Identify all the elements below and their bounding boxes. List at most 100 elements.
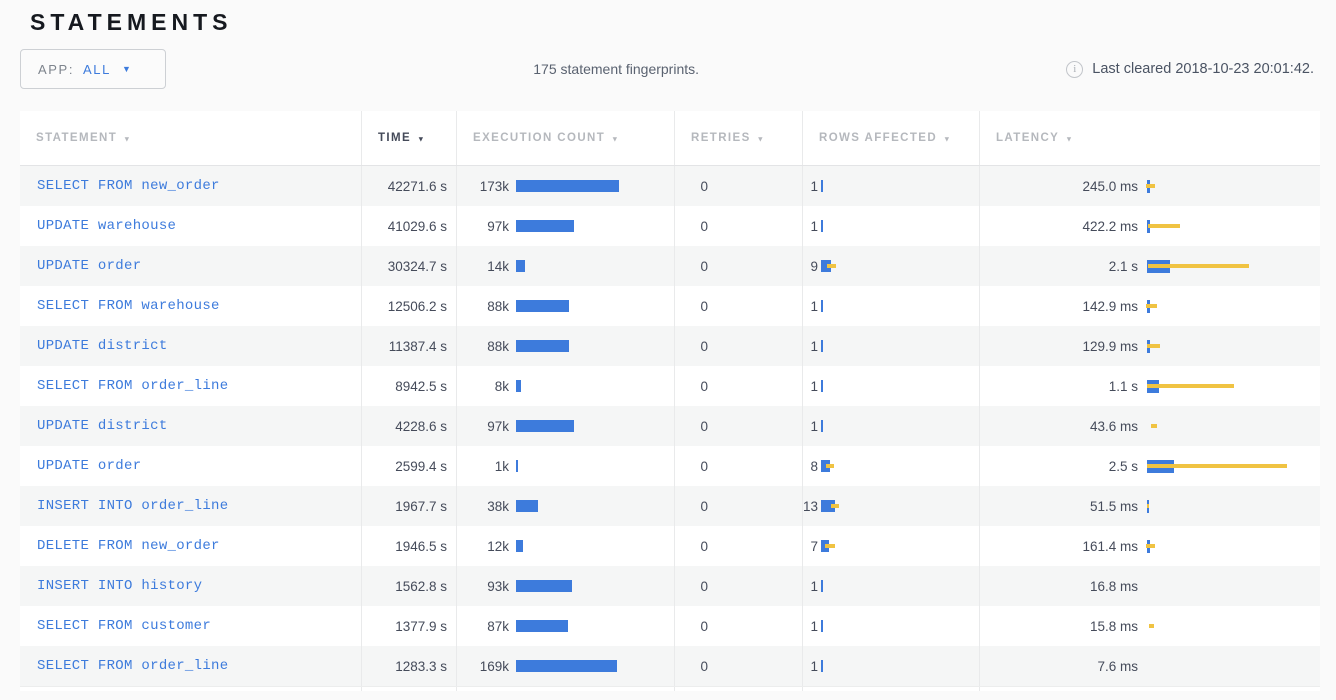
statement-link[interactable]: UPDATE district (37, 418, 168, 434)
latency-cell: 2.5 s (980, 446, 1320, 486)
column-header-time[interactable]: TIME▼ (362, 111, 457, 165)
latency-bar (1147, 180, 1320, 193)
latency-bar (1147, 260, 1320, 273)
statement-link[interactable]: UPDATE warehouse (37, 218, 176, 234)
app-filter-dropdown[interactable]: APP: ALL ▼ (20, 49, 166, 89)
execution-count-value: 88k (457, 339, 509, 354)
retries-cell: 0 (675, 486, 803, 526)
statement-cell: SELECT FROM new_order (20, 166, 362, 206)
statement-cell: SELECT FROM warehouse (20, 286, 362, 326)
statement-link[interactable]: UPDATE order (37, 258, 141, 274)
table-row: SELECT FROM order_line 1283.3 s 169k 0 1… (20, 646, 1320, 686)
statement-link[interactable]: UPDATE order (37, 458, 141, 474)
table-row: SELECT FROM new_order 42271.6 s 173k 0 1… (20, 166, 1320, 206)
latency-bar-stddev (1146, 184, 1155, 188)
retries-value: 0 (675, 259, 708, 274)
retries-value: 0 (675, 499, 708, 514)
statement-link[interactable]: SELECT FROM order_line (37, 378, 228, 394)
retries-cell: 0 (675, 246, 803, 286)
statement-link[interactable]: SELECT FROM customer (37, 618, 211, 634)
execution-count-cell: 169k (457, 646, 675, 686)
execution-count-cell: 97k (457, 406, 675, 446)
table-row: UPDATE warehouse 41029.6 s 97k 0 1 422.2… (20, 206, 1320, 246)
statement-cell: UPDATE order (20, 446, 362, 486)
execution-count-value: 97k (457, 419, 509, 434)
execution-count-cell: 88k (457, 326, 675, 366)
statement-link[interactable]: UPDATE district (37, 338, 168, 354)
column-header-execution-count[interactable]: EXECUTION COUNT▼ (457, 111, 675, 165)
latency-bar (1147, 300, 1320, 313)
execution-count-bar (516, 180, 619, 192)
latency-value: 2.5 s (980, 459, 1138, 474)
time-value: 1562.8 s (395, 579, 447, 594)
latency-bar (1147, 460, 1320, 473)
rows-affected-value: 13 (803, 499, 818, 514)
table-body: SELECT FROM new_order 42271.6 s 173k 0 1… (20, 166, 1320, 686)
column-header-retries[interactable]: RETRIES▼ (675, 111, 803, 165)
execution-count-value: 169k (457, 659, 509, 674)
latency-bar-stddev (1146, 544, 1155, 548)
execution-count-value: 38k (457, 499, 509, 514)
execution-count-cell: 1k (457, 446, 675, 486)
retries-cell: 0 (675, 606, 803, 646)
toolbar: APP: ALL ▼ 175 statement fingerprints. i… (20, 49, 1316, 89)
execution-count-value: 173k (457, 179, 509, 194)
table-row: SELECT FROM warehouse 12506.2 s 88k 0 1 … (20, 286, 1320, 326)
time-cell: 41029.6 s (362, 206, 457, 246)
retries-value: 0 (675, 339, 708, 354)
statement-link[interactable]: SELECT FROM warehouse (37, 298, 220, 314)
execution-count-cell: 38k (457, 486, 675, 526)
latency-cell: 16.8 ms (980, 566, 1320, 606)
info-icon[interactable]: i (1066, 61, 1083, 78)
statement-link[interactable]: SELECT FROM order_line (37, 658, 228, 674)
time-cell: 30324.7 s (362, 246, 457, 286)
retries-value: 0 (675, 579, 708, 594)
table-row: UPDATE order 2599.4 s 1k 0 8 2.5 s (20, 446, 1320, 486)
latency-cell: 129.9 ms (980, 326, 1320, 366)
column-header-latency[interactable]: LATENCY▼ (980, 111, 1320, 165)
latency-value: 422.2 ms (980, 219, 1138, 234)
rows-affected-bar-mean (821, 340, 823, 352)
time-value: 1946.5 s (395, 539, 447, 554)
execution-count-bar (516, 300, 569, 312)
retries-value: 0 (675, 179, 708, 194)
rows-affected-bar (821, 540, 979, 553)
time-value: 41029.6 s (388, 219, 447, 234)
rows-affected-bar-mean (821, 580, 823, 592)
statement-link[interactable]: INSERT INTO order_line (37, 498, 228, 514)
rows-affected-cell: 1 (803, 366, 980, 406)
latency-value: 15.8 ms (980, 619, 1138, 634)
rows-affected-cell: 1 (803, 326, 980, 366)
rows-affected-bar-mean (821, 380, 823, 392)
sort-desc-icon: ▼ (757, 134, 766, 143)
column-header-rows-affected[interactable]: ROWS AFFECTED▼ (803, 111, 980, 165)
latency-bar-stddev (1147, 504, 1149, 508)
time-cell: 8942.5 s (362, 366, 457, 406)
table-row: UPDATE district 4228.6 s 97k 0 1 43.6 ms (20, 406, 1320, 446)
latency-bar-stddev (1149, 624, 1154, 628)
execution-count-value: 8k (457, 379, 509, 394)
rows-affected-cell: 9 (803, 246, 980, 286)
latency-bar (1147, 540, 1320, 553)
time-value: 42271.6 s (388, 179, 447, 194)
latency-value: 142.9 ms (980, 299, 1138, 314)
rows-affected-bar-mean (821, 300, 823, 312)
statement-link[interactable]: SELECT FROM new_order (37, 178, 220, 194)
execution-count-bar (516, 460, 518, 472)
execution-count-value: 93k (457, 579, 509, 594)
rows-affected-bar (821, 220, 979, 233)
rows-affected-bar (821, 260, 979, 273)
partial-next-row (20, 686, 1320, 691)
time-cell: 12506.2 s (362, 286, 457, 326)
table-row: INSERT INTO order_line 1967.7 s 38k 0 13… (20, 486, 1320, 526)
sort-desc-icon: ▼ (123, 134, 132, 143)
column-label: EXECUTION COUNT (473, 132, 605, 144)
rows-affected-bar-mean (821, 420, 823, 432)
time-cell: 1562.8 s (362, 566, 457, 606)
time-cell: 1946.5 s (362, 526, 457, 566)
execution-count-bar (516, 420, 574, 432)
column-header-statement[interactable]: STATEMENT▼ (20, 111, 362, 165)
statement-link[interactable]: INSERT INTO history (37, 578, 202, 594)
statement-cell: SELECT FROM order_line (20, 366, 362, 406)
statement-link[interactable]: DELETE FROM new_order (37, 538, 220, 554)
